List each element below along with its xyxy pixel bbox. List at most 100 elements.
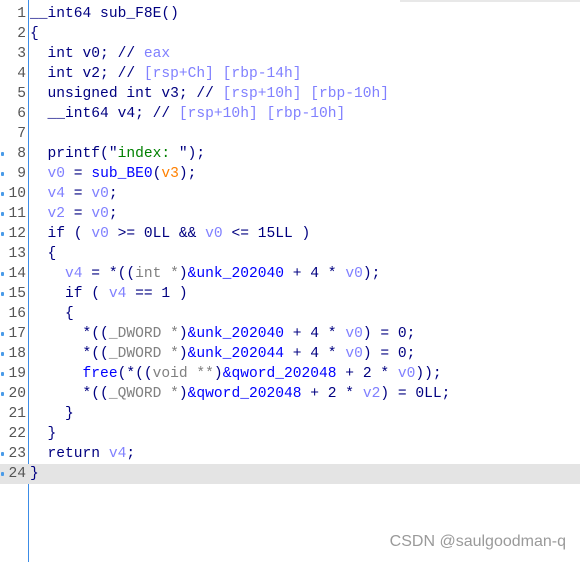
code-text: { <box>30 24 39 44</box>
code-line[interactable]: 16 { <box>0 304 580 324</box>
code-line[interactable]: 8 printf("index: "); <box>0 144 580 164</box>
code-token: if ( <box>30 226 92 242</box>
code-line[interactable]: 11 v2 = v0; <box>0 204 580 224</box>
code-token: v4 <box>108 446 127 462</box>
line-number: 16 <box>8 306 26 322</box>
code-token: &unk_202044 <box>187 346 284 362</box>
code-text: if ( v4 == 1 ) <box>30 284 188 304</box>
code-token: unsigned int v3; // <box>30 86 223 102</box>
code-token: return <box>30 446 109 462</box>
code-token: __int64 sub_F8E() <box>30 6 179 22</box>
code-line[interactable]: 7 <box>0 124 580 144</box>
code-token: { <box>30 306 74 322</box>
code-token: &unk_202040 <box>187 326 284 342</box>
line-number: 7 <box>17 126 26 142</box>
code-token: "); <box>178 146 206 162</box>
code-token: v0 <box>91 206 109 222</box>
code-line[interactable]: 14 v4 = *((int *)&unk_202040 + 4 * v0); <box>0 264 580 284</box>
code-text: v0 = sub_BE0(v3); <box>30 164 197 184</box>
line-number: 4 <box>17 66 26 82</box>
code-token: v0 <box>397 366 416 382</box>
code-text: } <box>30 404 74 424</box>
code-token: sub_BE0 <box>91 166 153 182</box>
code-text: int v2; // [rsp+Ch] [rbp-14h] <box>30 64 302 84</box>
code-token: + 4 * <box>284 266 346 282</box>
code-token: ) <box>178 346 188 362</box>
code-token: ; <box>126 446 136 462</box>
code-token: { <box>30 246 57 262</box>
code-token: v0 <box>47 166 66 182</box>
code-token: v0 <box>91 186 109 202</box>
code-token: v3 <box>161 166 179 182</box>
code-token: + 4 * <box>284 346 346 362</box>
code-line[interactable]: 15 if ( v4 == 1 ) <box>0 284 580 304</box>
code-line[interactable]: 4 int v2; // [rsp+Ch] [rbp-14h] <box>0 64 580 84</box>
line-number: 2 <box>17 26 26 42</box>
code-token: (*(( <box>117 366 153 382</box>
code-token: if ( <box>30 286 109 302</box>
code-line[interactable]: 18 *((_DWORD *)&unk_202044 + 4 * v0) = 0… <box>0 344 580 364</box>
code-token: int v2; // <box>30 66 144 82</box>
code-text: int v0; // eax <box>30 44 171 64</box>
code-token: + 4 * <box>284 326 346 342</box>
code-line[interactable]: 13 { <box>0 244 580 264</box>
code-line[interactable]: 1 __int64 sub_F8E() <box>0 4 580 24</box>
watermark: CSDN @saulgoodman-q <box>389 533 566 550</box>
line-number: 22 <box>8 426 26 442</box>
code-token: __int64 v4; // <box>30 106 179 122</box>
code-token: ); <box>178 166 197 182</box>
code-token: { <box>30 26 39 42</box>
code-token: int * <box>135 266 179 282</box>
code-text: __int64 sub_F8E() <box>30 4 179 24</box>
line-number: 24 <box>8 466 26 482</box>
code-line[interactable]: 9 v0 = sub_BE0(v3); <box>0 164 580 184</box>
code-token: void ** <box>152 366 214 382</box>
pseudocode-view[interactable]: 1 __int64 sub_F8E() 2{3 int v0; // eax 4 in… <box>0 4 580 484</box>
code-token: = <box>65 206 92 222</box>
code-text: unsigned int v3; // [rsp+10h] [rbp-10h] <box>30 84 390 104</box>
code-line[interactable]: 5 unsigned int v3; // [rsp+10h] [rbp-10h… <box>0 84 580 104</box>
code-token: [rsp+Ch] [rbp-14h] <box>143 66 302 82</box>
code-line[interactable]: 23 return v4; <box>0 444 580 464</box>
code-line[interactable]: 20 *((_QWORD *)&qword_202048 + 2 * v2) =… <box>0 384 580 404</box>
code-text: v4 = v0; <box>30 184 118 204</box>
code-line[interactable]: 21 } <box>0 404 580 424</box>
code-line[interactable]: 6 __int64 v4; // [rsp+10h] [rbp-10h] <box>0 104 580 124</box>
code-line[interactable]: 12 if ( v0 >= 0LL && v0 <= 15LL ) <box>0 224 580 244</box>
code-line[interactable]: 19 free(*((void **)&qword_202048 + 2 * v… <box>0 364 580 384</box>
code-token: ) <box>178 266 188 282</box>
code-line[interactable]: 24} <box>0 464 580 484</box>
code-line[interactable]: 2{ <box>0 24 580 44</box>
code-line[interactable]: 17 *((_DWORD *)&unk_202040 + 4 * v0) = 0… <box>0 324 580 344</box>
code-token: + 2 * <box>336 366 398 382</box>
line-number: 10 <box>8 186 26 202</box>
code-text: *((_DWORD *)&unk_202040 + 4 * v0) = 0; <box>30 324 416 344</box>
code-text: return v4; <box>30 444 136 464</box>
code-text: } <box>30 464 39 484</box>
code-text: } <box>30 424 57 444</box>
line-number: 6 <box>17 106 26 122</box>
code-line[interactable]: 10 v4 = v0; <box>0 184 580 204</box>
code-token: printf(" <box>30 146 118 162</box>
code-token: *(( <box>30 386 109 402</box>
window-edge <box>400 0 580 2</box>
code-token: v4 <box>65 266 83 282</box>
code-token: &qword_202048 <box>222 366 337 382</box>
line-number: 17 <box>8 326 26 342</box>
code-token: = <box>65 166 92 182</box>
line-number: 5 <box>17 86 26 102</box>
code-token: ); <box>362 266 381 282</box>
code-token: } <box>30 426 57 442</box>
code-token: v0 <box>205 226 223 242</box>
code-line[interactable]: 3 int v0; // eax <box>0 44 580 64</box>
code-token: ) = 0; <box>362 326 416 342</box>
code-token: v2 <box>362 386 381 402</box>
line-number: 21 <box>8 406 26 422</box>
code-text: { <box>30 244 57 264</box>
code-text: v4 = *((int *)&unk_202040 + 4 * v0); <box>30 264 380 284</box>
code-line[interactable]: 22 } <box>0 424 580 444</box>
